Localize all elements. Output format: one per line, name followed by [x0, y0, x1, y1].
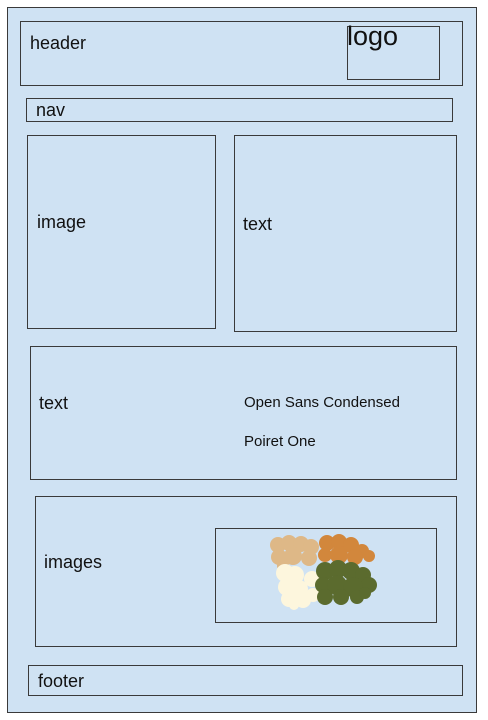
nav-label: nav [36, 100, 66, 120]
text-section-fonts [30, 346, 457, 480]
swatch-orange [318, 534, 375, 565]
header-label: header [30, 33, 87, 53]
font-name-1: Open Sans Condensed [244, 394, 400, 411]
footer-label: footer [38, 671, 85, 691]
swatch-olive [315, 560, 377, 605]
color-palette-swatches [270, 534, 377, 610]
image-label: image [37, 212, 87, 232]
images-label: images [44, 552, 103, 572]
text-label-top: text [243, 214, 273, 234]
footer-section [28, 665, 463, 696]
text-label-fonts: text [39, 393, 69, 413]
font-name-2: Poiret One [244, 433, 316, 450]
logo-label: logo [347, 21, 399, 51]
nav-section [26, 98, 453, 122]
swatch-cream [276, 564, 320, 610]
